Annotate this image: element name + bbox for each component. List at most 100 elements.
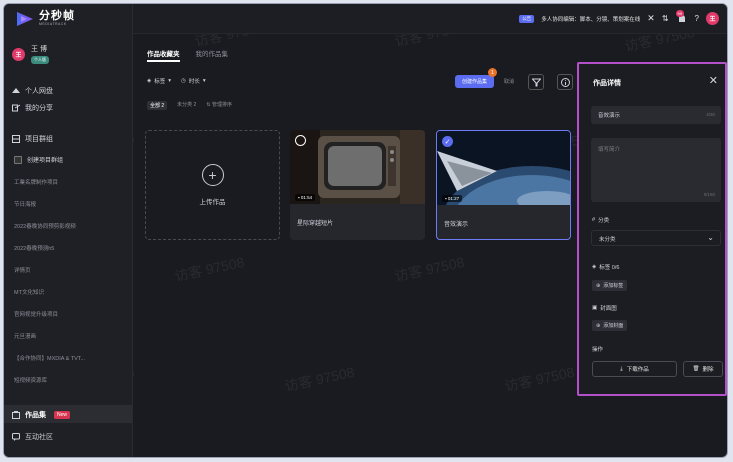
create-group-button[interactable]: 创建项目群组 [14, 155, 63, 164]
name-input[interactable]: 音效演示 4/30 [591, 106, 721, 124]
time-filter[interactable]: ◷ 时长 ▾ [181, 77, 206, 85]
chevron-down-icon: ▾ [168, 78, 172, 84]
group-item[interactable]: MT文化知识 [14, 288, 44, 296]
select-checkbox[interactable]: ✓ [442, 136, 453, 147]
select-checkbox[interactable] [295, 135, 306, 146]
chevron-down-icon: ⌄ [707, 233, 714, 242]
add-cover-button[interactable]: ⊕ 添加封面 [592, 320, 628, 331]
category-row: 全部 2 未分类 2 ⇅ 管理排序 [147, 101, 232, 110]
avatar: 王 [12, 47, 25, 61]
cover-label: ▣ 封面图 [592, 305, 617, 312]
tag-label: ◈ 标签 0/6 [592, 264, 620, 271]
nav-collections[interactable]: 作品集 New [12, 410, 71, 420]
filter-row: ◈ 标签 ▾ ◷ 时长 ▾ [147, 77, 206, 85]
upload-card[interactable]: + 上传作品 [145, 130, 280, 240]
notification-count: 99 [675, 9, 684, 17]
delete-button[interactable]: 🗑 删除 [683, 361, 723, 377]
funnel-icon [531, 78, 541, 86]
announcement-badge: 公告 [519, 14, 535, 23]
nav-my-share[interactable]: 我的分享 [12, 103, 53, 113]
work-card[interactable]: ✓ ▪ 01:27 音效演示 [436, 130, 571, 240]
nav-community[interactable]: 互动社区 [12, 432, 53, 442]
create-count-badge: 1 [488, 68, 497, 77]
manage-sort-button[interactable]: ⇅ 管理排序 [206, 101, 232, 110]
avatar[interactable]: 王 [706, 12, 719, 25]
nav-label: 我的分享 [25, 105, 53, 112]
trash-icon: 🗑 [692, 366, 700, 372]
add-square-icon [14, 155, 22, 164]
watermark: 访客 97508 [503, 363, 576, 395]
nav-project-group[interactable]: 项目群组 [12, 134, 53, 144]
group-item[interactable]: 工業名牌制作项目 [14, 178, 58, 186]
plus-circle-icon: ⊕ [596, 282, 601, 289]
nav-label: 个人网盘 [25, 88, 53, 95]
image-icon: ▣ [592, 305, 598, 311]
top-bar: 公告 多人协同编辑：脚本、分镜、策划案在线 ✕ ⇅ 99 ? 王 [133, 4, 727, 34]
share-icon [12, 104, 20, 112]
hash-icon: # [592, 217, 596, 223]
user-profile[interactable]: 王 王 博 个人版 [12, 44, 49, 64]
app-window: 访客 97508 访客 97508 访客 97508 访客 97508 访客 9… [3, 3, 728, 458]
intro-textarea[interactable]: 填写简介 0/150 [591, 138, 721, 202]
category-label: # 分类 [592, 217, 610, 224]
info-icon [560, 77, 570, 87]
tab-my-collections[interactable]: 我的作品集 [196, 48, 229, 58]
group-item[interactable]: 【合作协同】MXDIA & TVT... [14, 354, 85, 362]
logo-subtext: MEDIATRACK [39, 22, 67, 27]
tab-collection[interactable]: 作品收藏夹 [147, 48, 180, 62]
video-thumbnail [290, 130, 425, 204]
info-button[interactable] [557, 74, 573, 90]
collection-icon [12, 411, 20, 419]
tag-filter[interactable]: ◈ 标签 ▾ [147, 77, 171, 85]
nav-personal-disk[interactable]: 个人网盘 [12, 86, 53, 96]
cancel-button[interactable]: 取消 [504, 78, 514, 85]
tag-icon: ◈ [147, 78, 152, 84]
group-item[interactable]: 2022春晚协同预剪影视频 [14, 222, 76, 230]
group-item[interactable]: 详情页 [14, 266, 31, 274]
nav-label: 互动社区 [25, 434, 53, 441]
plus-circle-icon: ⊕ [596, 322, 601, 329]
sidebar: 分秒帧 MEDIATRACK 王 王 博 个人版 个人网盘 我的分享 项目群组 … [4, 4, 133, 457]
download-button[interactable]: ⤓ 下载作品 [592, 361, 677, 377]
chat-icon [12, 433, 20, 441]
create-collection-button[interactable]: 创建作品集 [455, 75, 494, 88]
group-item[interactable]: 节日海报 [14, 200, 36, 208]
work-title: 星际穿越短片 [297, 221, 334, 227]
upload-label: 上传作品 [199, 199, 226, 206]
work-card[interactable]: ▪ 01:54 星际穿越短片 [290, 130, 425, 240]
help-icon[interactable]: ? [695, 14, 699, 23]
chevron-down-icon: ▾ [202, 78, 206, 84]
announcement-text[interactable]: 多人协同编辑：脚本、分镜、策划案在线 [541, 15, 640, 23]
app-logo[interactable]: 分秒帧 MEDIATRACK [16, 11, 75, 27]
close-icon[interactable]: ✕ [709, 74, 718, 87]
operations-label: 操作 [592, 347, 604, 353]
group-item[interactable]: 短视频资源库 [14, 376, 47, 384]
download-icon: ⤓ [620, 365, 623, 372]
group-item[interactable]: 元旦漫画 [14, 332, 36, 340]
grid-icon [12, 135, 20, 143]
plus-icon: + [201, 164, 224, 186]
logo-text: 分秒帧 [39, 10, 75, 23]
intro-counter: 0/150 [703, 192, 715, 197]
group-item[interactable]: 官网视觉升级项目 [14, 310, 58, 318]
add-tag-button[interactable]: ⊕ 添加标签 [592, 280, 628, 291]
notification-bell[interactable]: 99 [675, 9, 688, 25]
name-counter: 4/30 [706, 112, 715, 117]
watermark: 访客 97508 [173, 253, 246, 285]
category-unclassified[interactable]: 未分类 2 [177, 101, 196, 110]
video-thumbnail [437, 131, 570, 205]
sort-icon[interactable]: ⇅ [662, 14, 669, 23]
cloud-disk-icon [12, 87, 20, 95]
logo-icon [16, 11, 34, 27]
filter-button[interactable] [528, 74, 544, 90]
group-item[interactable]: 2022春晚预测h5 [14, 244, 54, 252]
close-icon[interactable]: ✕ [647, 13, 655, 24]
plan-badge: 个人版 [31, 56, 49, 64]
new-badge: New [54, 411, 71, 419]
category-select[interactable]: 未分类 ⌄ [591, 230, 721, 246]
work-details-panel: 作品详情 ✕ 音效演示 4/30 填写简介 0/150 # 分类 未分类 ⌄ ◈… [577, 62, 727, 396]
nav-label: 项目群组 [25, 136, 53, 143]
category-all[interactable]: 全部 2 [147, 101, 168, 110]
tag-icon: ◈ [592, 264, 597, 270]
watermark: 访客 97508 [393, 253, 466, 285]
